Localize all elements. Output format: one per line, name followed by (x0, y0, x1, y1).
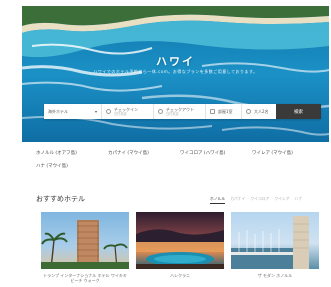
destination-value: 海外ホテル (48, 108, 68, 114)
recommended-hotels-heading: おすすめホテル (36, 195, 85, 203)
area-link-wailea[interactable]: ワイレア (マウイ島) (252, 150, 324, 156)
hero-title: ハワイ (156, 55, 195, 68)
destination-select[interactable]: 海外ホテル ▾ (44, 104, 102, 119)
rooms-select[interactable]: 部屋1室 (206, 104, 242, 119)
hotel-name: トランプ インターナショナル ホテル ワイキキ ビーチ ウォーク (43, 273, 127, 283)
calendar-icon (106, 109, 111, 114)
person-icon (246, 109, 251, 114)
checkout-field[interactable]: チェックアウト 日付未定 (154, 104, 206, 119)
tab-hana[interactable]: ハナ (295, 196, 303, 204)
chevron-down-icon: ▾ (94, 109, 97, 114)
search-button[interactable]: 検索 (276, 104, 321, 119)
area-links: ホノルル (オアフ島) カパナイ (マウイ島) ワイコロア (ハワイ島) ワイレ… (36, 150, 326, 169)
checkin-field[interactable]: チェックイン 日付未定 (102, 104, 154, 119)
area-links-row: ホノルル (オアフ島) カパナイ (マウイ島) ワイコロア (ハワイ島) ワイレ… (36, 150, 326, 156)
tab-kapalua[interactable]: カパナイ (230, 196, 245, 204)
hotel-card[interactable]: トランプ インターナショナル ホテル ワイキキ ビーチ ウォーク (41, 212, 129, 283)
page: ハワイ ハワイでのホテル予約なら一休.com。お得なプランを多数ご用意しておりま… (14, 0, 329, 287)
tab-wailea[interactable]: ワイレア (274, 196, 289, 204)
guests-value: 大人2名 (254, 108, 269, 114)
area-link-kapalua[interactable]: カパナイ (マウイ島) (108, 150, 180, 156)
hotel-card[interactable]: ザ モダン ホノルル (231, 212, 319, 283)
area-link-hana[interactable]: ハナ (マウイ島) (36, 163, 108, 169)
hotel-photo (41, 212, 129, 269)
bed-icon (210, 109, 215, 114)
hotel-name: ハレクラニ (170, 273, 190, 278)
area-link-waikoloa[interactable]: ワイコロア (ハワイ島) (180, 150, 252, 156)
hero-banner: ハワイ ハワイでのホテル予約なら一休.com。お得なプランを多数ご用意しておりま… (22, 6, 329, 142)
area-links-row: ハナ (マウイ島) (36, 163, 326, 169)
checkout-value: 日付未定 (166, 111, 179, 116)
hotel-search-bar: 海外ホテル ▾ チェックイン 日付未定 チェックアウト 日付未定 部屋1室 大人… (44, 104, 321, 119)
hero-subtitle: ハワイでのホテル予約なら一休.com。お得なプランを多数ご用意しております。 (93, 69, 258, 74)
guests-select[interactable]: 大人2名 (242, 104, 276, 119)
hotel-photo (231, 212, 319, 269)
area-tabs: ホノルル カパナイ ワイコロア ワイレア ハナ (210, 196, 302, 204)
calendar-icon (158, 109, 163, 114)
hotel-card-list: トランプ インターナショナル ホテル ワイキキ ビーチ ウォーク ハレクラニ ザ… (41, 212, 319, 283)
rooms-value: 部屋1室 (218, 108, 233, 114)
tab-waikoloa[interactable]: ワイコロア (250, 196, 269, 204)
hotel-card[interactable]: ハレクラニ (136, 212, 224, 283)
tab-honolulu[interactable]: ホノルル (210, 196, 226, 204)
hotel-photo (136, 212, 224, 269)
area-link-honolulu[interactable]: ホノルル (オアフ島) (36, 150, 108, 156)
checkin-value: 日付未定 (114, 111, 127, 116)
hotel-name: ザ モダン ホノルル (257, 273, 293, 278)
